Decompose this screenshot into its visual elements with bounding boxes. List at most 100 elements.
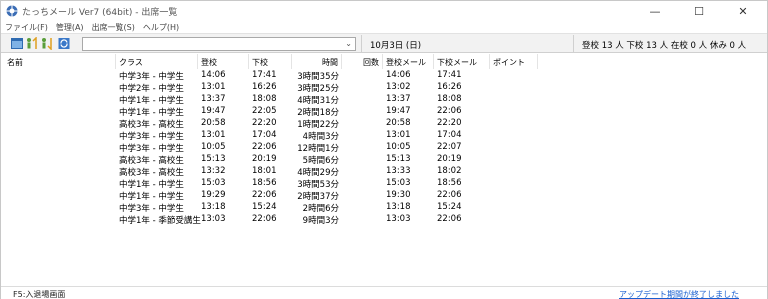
cell-checkin: 19:29 <box>201 190 226 200</box>
menu-help[interactable]: ヘルプ(H) <box>139 22 183 33</box>
cell-checkin: 10:05 <box>201 142 226 152</box>
cell-checkin-mail: 13:37 <box>386 94 411 104</box>
cell-checkin-mail: 14:06 <box>386 70 411 80</box>
cell-checkin-mail: 13:33 <box>386 166 411 176</box>
cell-duration: 2時間18分 <box>297 108 339 118</box>
cell-checkout: 16:26 <box>252 82 277 92</box>
cell-checkout: 22:05 <box>252 106 277 116</box>
cell-checkout-mail: 18:56 <box>437 178 462 188</box>
column-header-checkin[interactable]: 登校 <box>198 54 249 69</box>
status-hint: F5:入退場画面 <box>13 290 66 299</box>
cell-checkout-mail: 22:20 <box>437 118 462 128</box>
app-logo-icon <box>6 5 18 17</box>
column-header-points[interactable]: ポイント <box>490 54 538 69</box>
cell-checkout: 15:24 <box>252 202 277 212</box>
cell-checkin-mail: 13:03 <box>386 214 411 224</box>
cell-checkout-mail: 18:02 <box>437 166 462 176</box>
cell-checkout-mail: 17:41 <box>437 70 462 80</box>
cell-checkout: 22:06 <box>252 214 277 224</box>
class-filter-select[interactable]: ⌄ <box>82 37 356 51</box>
cell-class: 高校3年 - 高校生 <box>119 120 184 130</box>
cell-checkout-mail: 17:04 <box>437 130 462 140</box>
cell-checkout: 22:20 <box>252 118 277 128</box>
cell-class: 中学3年 - 中学生 <box>119 204 184 214</box>
cell-duration: 5時間6分 <box>302 156 339 166</box>
window-icon[interactable] <box>11 37 23 50</box>
cell-duration: 12時間1分 <box>297 144 339 154</box>
attendance-list: 名前 クラス 登校 下校 時間 回数 登校メール 下校メール ポイント 中学3年… <box>1 54 767 286</box>
cell-checkout: 18:08 <box>252 94 277 104</box>
refresh-icon[interactable] <box>58 37 70 50</box>
cell-duration: 4時間3分 <box>302 132 339 142</box>
cell-checkin: 20:58 <box>201 118 226 128</box>
cell-duration: 1時間22分 <box>297 120 339 130</box>
cell-class: 中学1年 - 季節受講生 <box>119 216 201 226</box>
cell-class: 中学2年 - 中学生 <box>119 84 184 94</box>
cell-checkout: 17:04 <box>252 130 277 140</box>
cell-checkin-mail: 13:18 <box>386 202 411 212</box>
cell-class: 中学1年 - 中学生 <box>119 192 184 202</box>
checkin-icon[interactable] <box>26 37 38 50</box>
cell-checkin: 13:01 <box>201 82 226 92</box>
cell-checkin-mail: 15:13 <box>386 154 411 164</box>
maximize-button[interactable]: ☐ <box>677 1 721 21</box>
cell-checkout-mail: 20:19 <box>437 154 462 164</box>
cell-class: 高校3年 - 高校生 <box>119 156 184 166</box>
column-header-duration[interactable]: 時間 <box>292 54 342 69</box>
cell-duration: 3時間35分 <box>297 72 339 82</box>
menu-attendance[interactable]: 出席一覧(S) <box>88 22 139 33</box>
column-header-checkout-mail[interactable]: 下校メール <box>434 54 490 69</box>
cell-class: 中学3年 - 中学生 <box>119 132 184 142</box>
menu-bar: ファイル(F) 管理(A) 出席一覧(S) ヘルプ(H) <box>1 21 767 33</box>
cell-duration: 3時間25分 <box>297 84 339 94</box>
cell-duration: 3時間53分 <box>297 180 339 190</box>
cell-checkout-mail: 18:08 <box>437 94 462 104</box>
minimize-button[interactable]: — <box>633 1 677 21</box>
cell-checkin: 13:03 <box>201 214 226 224</box>
checkout-icon[interactable] <box>41 37 53 50</box>
cell-checkin-mail: 19:30 <box>386 190 411 200</box>
cell-checkout-mail: 22:06 <box>437 190 462 200</box>
status-bar: F5:入退場画面 アップデート期間が終了しました <box>1 286 767 299</box>
cell-checkin-mail: 15:03 <box>386 178 411 188</box>
cell-checkin: 14:06 <box>201 70 226 80</box>
window-title: たっちメール Ver7 (64bit) - 出席一覧 <box>22 8 178 18</box>
cell-checkin: 15:03 <box>201 178 226 188</box>
cell-duration: 4時間29分 <box>297 168 339 178</box>
cell-checkout: 18:56 <box>252 178 277 188</box>
cell-checkin-mail: 19:47 <box>386 106 411 116</box>
cell-class: 中学1年 - 中学生 <box>119 108 184 118</box>
menu-file[interactable]: ファイル(F) <box>1 22 52 33</box>
cell-checkout: 18:01 <box>252 166 277 176</box>
title-bar: たっちメール Ver7 (64bit) - 出席一覧 — ☐ ✕ <box>1 1 767 21</box>
menu-admin[interactable]: 管理(A) <box>52 22 88 33</box>
cell-checkout-mail: 22:07 <box>437 142 462 152</box>
cell-class: 中学1年 - 中学生 <box>119 96 184 106</box>
column-header-class[interactable]: クラス <box>116 54 198 69</box>
close-button[interactable]: ✕ <box>721 1 765 21</box>
chevron-down-icon[interactable]: ⌄ <box>345 39 352 48</box>
column-header-name[interactable]: 名前 <box>1 54 116 69</box>
cell-class: 中学3年 - 中学生 <box>119 144 184 154</box>
cell-duration: 9時間3分 <box>302 216 339 226</box>
cell-checkin: 15:13 <box>201 154 226 164</box>
cell-duration: 2時間6分 <box>302 204 339 214</box>
cell-checkin: 13:37 <box>201 94 226 104</box>
cell-checkout-mail: 22:06 <box>437 214 462 224</box>
column-header-count[interactable]: 回数 <box>342 54 383 69</box>
cell-checkout-mail: 22:06 <box>437 106 462 116</box>
cell-checkin: 13:01 <box>201 130 226 140</box>
cell-checkin-mail: 10:05 <box>386 142 411 152</box>
cell-checkin-mail: 20:58 <box>386 118 411 128</box>
toolbar: ⌄ 10月3日 (日) 登校 13 人 下校 13 人 在校 0 人 休み 0 … <box>1 33 767 53</box>
cell-checkin: 13:18 <box>201 202 226 212</box>
cell-checkout: 22:06 <box>252 142 277 152</box>
cell-duration: 2時間37分 <box>297 192 339 202</box>
date-display: 10月3日 (日) <box>361 35 573 53</box>
update-expired-link[interactable]: アップデート期間が終了しました <box>619 289 739 299</box>
cell-checkin: 19:47 <box>201 106 226 116</box>
cell-checkout-mail: 15:24 <box>437 202 462 212</box>
column-header-checkin-mail[interactable]: 登校メール <box>383 54 434 69</box>
cell-checkin-mail: 13:01 <box>386 130 411 140</box>
column-header-checkout[interactable]: 下校 <box>249 54 292 69</box>
